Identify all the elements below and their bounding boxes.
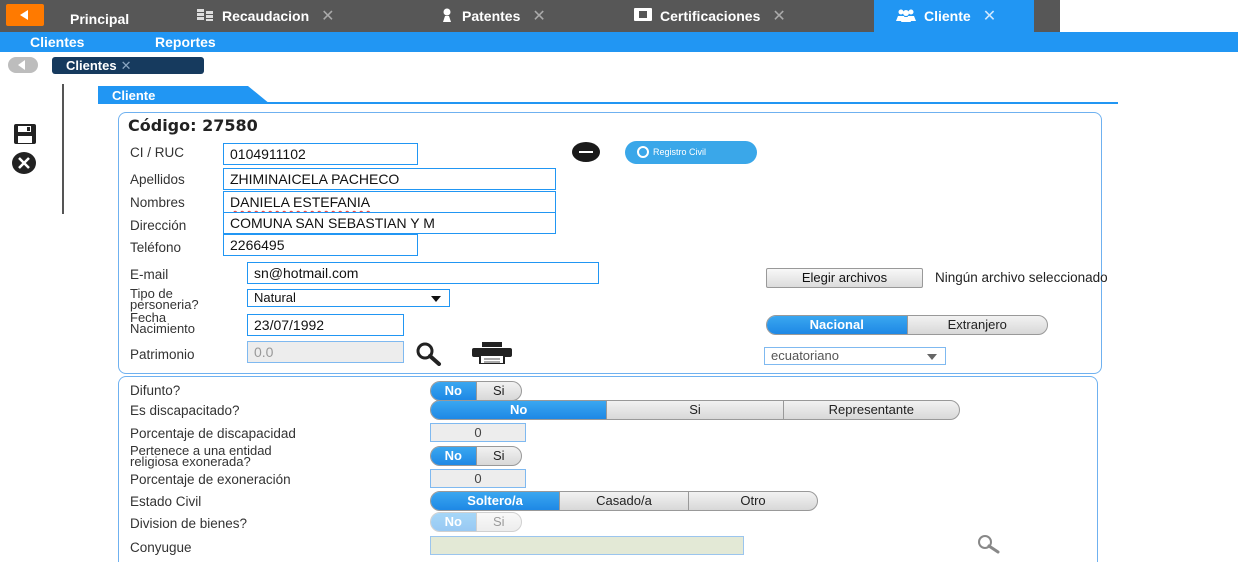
fecha-nacimiento-label-line2: Nacimiento: [130, 321, 196, 336]
discapacitado-option-no[interactable]: No: [431, 401, 607, 419]
back-button[interactable]: [6, 4, 44, 26]
tab-cliente[interactable]: Cliente ✕: [874, 0, 1034, 32]
fecha-nacimiento-field[interactable]: 23/07/1992: [247, 314, 404, 336]
conyugue-label: Conyugue: [130, 540, 192, 555]
nacionalidad-value: ecuatoriano: [771, 348, 839, 363]
remove-icon[interactable]: [572, 142, 600, 162]
discapacitado-option-representante[interactable]: Representante: [782, 401, 959, 419]
difunto-option-no[interactable]: No: [431, 382, 476, 400]
porcentaje-discapacidad-label: Porcentaje de discapacidad: [130, 426, 296, 441]
certificate-icon: [634, 8, 652, 24]
cancel-icon[interactable]: [12, 152, 36, 174]
difunto-toggle[interactable]: No Si: [430, 381, 522, 401]
direccion-field[interactable]: COMUNA SAN SEBASTIAN Y M: [223, 212, 556, 234]
choose-files-button[interactable]: Elegir archivos: [766, 268, 923, 288]
tab-recaudacion[interactable]: Recaudacion ✕: [196, 0, 335, 32]
menu-bar: Clientes Reportes: [0, 32, 1238, 52]
close-icon[interactable]: ✕: [321, 6, 334, 26]
email-field[interactable]: sn@hotmail.com: [247, 262, 599, 284]
print-icon[interactable]: [472, 342, 512, 365]
estado-civil-toggle[interactable]: Soltero/a Casado/a Otro: [430, 491, 818, 511]
apellidos-field[interactable]: ZHIMINAICELA PACHECO: [223, 168, 556, 190]
estado-civil-option-soltero[interactable]: Soltero/a: [431, 492, 559, 510]
tab-label: Patentes: [462, 8, 521, 24]
close-icon[interactable]: ✕: [121, 58, 132, 73]
tab-label: Cliente: [924, 8, 971, 24]
section-tab-label: Cliente: [112, 88, 156, 103]
email-label: E-mail: [130, 267, 169, 282]
chevron-down-icon: [431, 296, 441, 302]
patrimonio-field: 0.0: [247, 341, 404, 363]
nombres-field[interactable]: DANIELA ESTEFANIA: [223, 191, 556, 213]
tab-patentes[interactable]: Patentes ✕: [440, 0, 546, 32]
estado-civil-option-casado[interactable]: Casado/a: [559, 492, 688, 510]
division-bienes-option-si: Si: [475, 513, 522, 531]
top-tab-bar: Principal Recaudacion ✕ Patentes ✕ Certi…: [0, 0, 1238, 32]
tab-label: Principal: [70, 11, 130, 27]
nombres-label: Nombres: [130, 195, 185, 210]
religiosa-option-no[interactable]: No: [431, 447, 476, 465]
coins-icon: [196, 8, 214, 25]
tipo-personeria-value: Natural: [254, 290, 296, 305]
nacionalidad-select[interactable]: ecuatoriano: [764, 347, 946, 365]
division-bienes-toggle: No Si: [430, 512, 522, 532]
division-bienes-option-no: No: [431, 513, 476, 531]
tab-label: Certificaciones: [660, 8, 761, 24]
registro-civil-button[interactable]: Registro Civil: [625, 141, 757, 164]
discapacitado-toggle[interactable]: No Si Representante: [430, 400, 960, 420]
apellidos-label: Apellidos: [130, 172, 185, 187]
estado-civil-option-otro[interactable]: Otro: [688, 492, 817, 510]
search-icon[interactable]: [976, 534, 1002, 554]
religiosa-option-si[interactable]: Si: [475, 447, 522, 465]
menu-item-reportes[interactable]: Reportes: [155, 34, 216, 50]
users-icon: [896, 8, 916, 25]
porcentaje-exoneracion-label: Porcentaje de exoneración: [130, 472, 291, 487]
ci-ruc-field[interactable]: 0104911102: [223, 143, 418, 165]
registro-civil-label: Registro Civil: [653, 147, 707, 157]
difunto-label: Difunto?: [130, 383, 181, 398]
breadcrumb-tab-clientes[interactable]: Clientes ✕: [52, 57, 204, 74]
chevron-down-icon: [927, 354, 937, 360]
close-icon[interactable]: ✕: [983, 6, 996, 26]
close-icon[interactable]: ✕: [772, 6, 785, 26]
nacionalidad-option-nacional[interactable]: Nacional: [767, 316, 907, 334]
location-pin-icon: [637, 146, 649, 158]
tab-label: Recaudacion: [222, 8, 310, 24]
telefono-label: Teléfono: [130, 240, 182, 255]
religiosa-toggle[interactable]: No Si: [430, 446, 522, 466]
file-status-text: Ningún archivo seleccionado: [935, 270, 1108, 285]
close-icon[interactable]: ✕: [532, 6, 545, 26]
patrimonio-label: Patrimonio: [130, 347, 195, 362]
search-icon[interactable]: [416, 342, 442, 366]
porcentaje-discapacidad-field[interactable]: 0: [430, 423, 526, 442]
menu-item-clientes[interactable]: Clientes: [30, 34, 84, 50]
porcentaje-exoneracion-field[interactable]: 0: [430, 469, 526, 488]
client-code-label: Código:: [128, 116, 197, 135]
conyugue-field: [430, 536, 744, 555]
nacionalidad-toggle[interactable]: Nacional Extranjero: [766, 315, 1048, 335]
tab-principal[interactable]: Principal: [70, 0, 129, 32]
save-icon[interactable]: [14, 124, 36, 144]
discapacitado-option-si[interactable]: Si: [606, 401, 782, 419]
breadcrumb-back-button[interactable]: [8, 57, 38, 73]
toolbar-divider: [62, 84, 64, 214]
division-bienes-label: Division de bienes?: [130, 516, 248, 531]
client-code-value: 27580: [202, 116, 258, 135]
discapacitado-label: Es discapacitado?: [130, 403, 240, 418]
client-code: Código: 27580: [128, 116, 258, 135]
tab-certificaciones[interactable]: Certificaciones ✕: [634, 0, 786, 32]
ci-ruc-label: CI / RUC: [130, 145, 184, 160]
tipo-personeria-select[interactable]: Natural: [247, 289, 450, 307]
person-icon: [440, 8, 454, 25]
nacionalidad-option-extranjero[interactable]: Extranjero: [906, 316, 1048, 334]
estado-civil-label: Estado Civil: [130, 494, 202, 509]
section-divider: [98, 102, 1118, 104]
telefono-field[interactable]: 2266495: [223, 234, 418, 256]
difunto-option-si[interactable]: Si: [475, 382, 522, 400]
religiosa-label-line2: religiosa exonerada?: [130, 454, 251, 469]
direccion-label: Dirección: [130, 218, 187, 233]
breadcrumb-label: Clientes: [66, 58, 117, 73]
